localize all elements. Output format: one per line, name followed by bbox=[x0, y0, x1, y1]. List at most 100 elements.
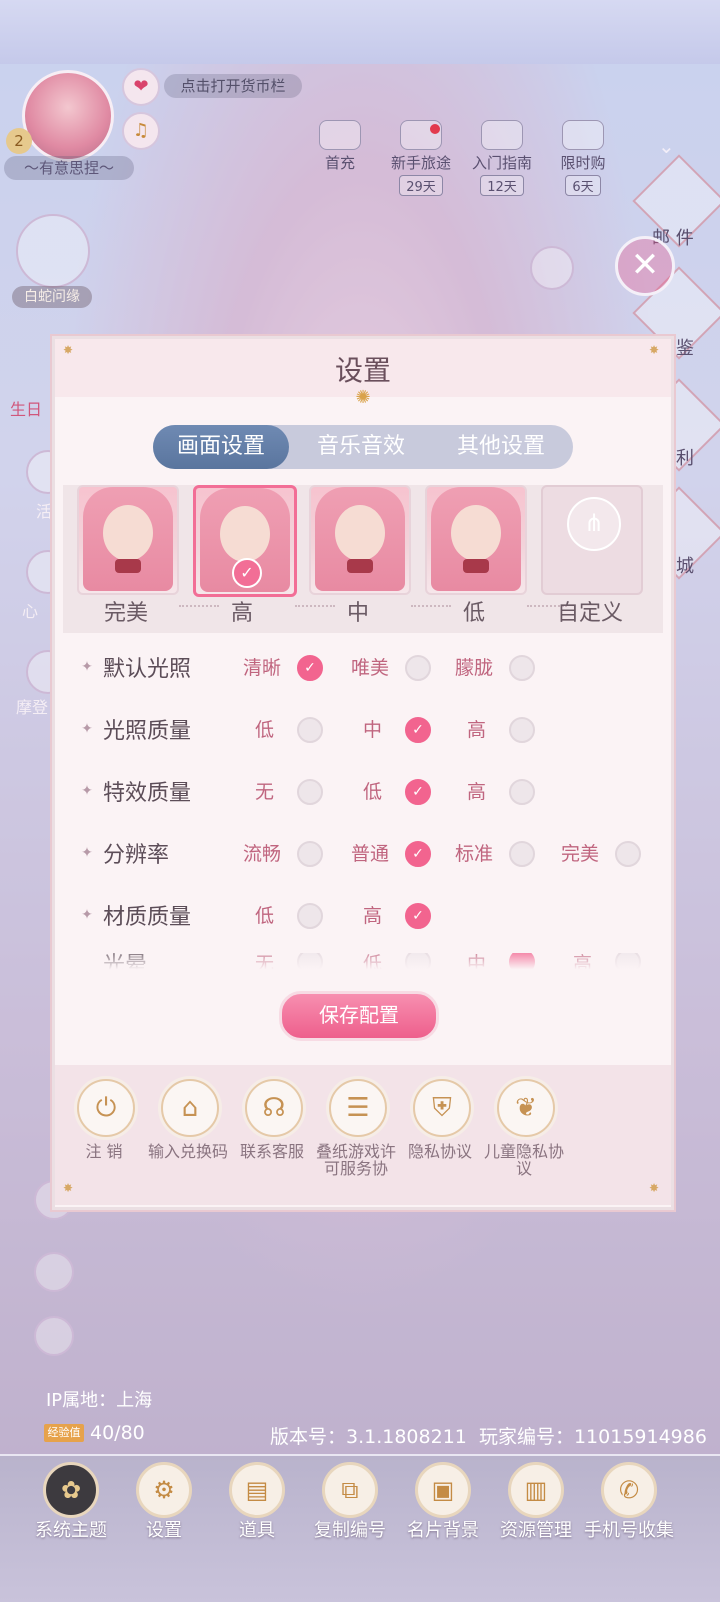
sprout-icon[interactable]: ❦ bbox=[497, 1079, 555, 1137]
chat-icon[interactable] bbox=[34, 1252, 74, 1292]
hud-button-label: 入门指南 bbox=[471, 154, 532, 172]
preset-card-custom[interactable]: ⋔ bbox=[541, 485, 643, 595]
tab-other[interactable]: 其他设置 bbox=[433, 425, 569, 469]
option-radio[interactable] bbox=[297, 717, 323, 743]
child-privacy-label: 儿童隐私协议 bbox=[483, 1142, 564, 1178]
option-radio[interactable] bbox=[405, 655, 431, 681]
option-radio[interactable] bbox=[297, 903, 323, 929]
hud-button-guide[interactable]: 入门指南 12天 bbox=[462, 120, 542, 196]
crown-icon bbox=[319, 120, 361, 150]
bar-label: 手机号收集 bbox=[584, 1520, 674, 1541]
currency-bar-button[interactable]: 点击打开货币栏 bbox=[164, 74, 302, 98]
system-theme-button[interactable]: ✿ 系统主题 bbox=[26, 1462, 116, 1541]
bullet-icon: ✦ bbox=[81, 659, 93, 675]
option-radio[interactable]: ✓ bbox=[297, 655, 323, 681]
setting-row-lighting-quality: ✦ 光照质量 低 中 ✓ 高 bbox=[79, 709, 659, 749]
resource-management-button[interactable]: ▥ 资源管理 bbox=[491, 1462, 581, 1541]
card-background-button[interactable]: ▣ 名片背景 bbox=[398, 1462, 488, 1541]
logout-label: 注 销 bbox=[85, 1142, 123, 1161]
close-button[interactable]: ✕ bbox=[615, 236, 675, 296]
preset-label: 高 bbox=[230, 601, 253, 626]
option-radio[interactable] bbox=[509, 779, 535, 805]
phone-collect-button[interactable]: ✆ 手机号收集 bbox=[584, 1462, 674, 1541]
share-icon: ⋔ bbox=[567, 497, 621, 551]
preset-card-medium[interactable] bbox=[309, 485, 411, 595]
document-icon[interactable]: ☰ bbox=[329, 1079, 387, 1137]
heart-icon[interactable]: ❤ bbox=[122, 68, 160, 106]
option-radio[interactable] bbox=[509, 717, 535, 743]
option-label: 中 bbox=[363, 719, 383, 741]
option-radio[interactable] bbox=[297, 841, 323, 867]
preset-card-perfect[interactable] bbox=[77, 485, 179, 595]
left-label: 白蛇问缘 bbox=[12, 286, 92, 308]
left-label: 生日 bbox=[10, 400, 43, 419]
theme-icon: ✿ bbox=[43, 1462, 99, 1518]
tab-audio[interactable]: 音乐音效 bbox=[293, 425, 429, 469]
preset-face bbox=[220, 506, 270, 562]
items-button[interactable]: ▤ 道具 bbox=[212, 1462, 302, 1541]
player-nickname: ～有意思捏～ bbox=[4, 156, 134, 180]
customer-service-label: 联系客服 bbox=[239, 1142, 304, 1161]
setting-name: 材质质量 bbox=[103, 905, 192, 930]
preset-label: 完美 bbox=[103, 601, 148, 626]
option-radio[interactable] bbox=[615, 841, 641, 867]
bar-label: 设置 bbox=[146, 1520, 182, 1541]
license-agreement-label: 叠纸游戏许可服务协 bbox=[315, 1142, 396, 1178]
option-label: 标准 bbox=[455, 843, 494, 865]
headset-icon[interactable]: ☊ bbox=[245, 1079, 303, 1137]
preset-face bbox=[103, 505, 153, 561]
gear-icon: ⚙ bbox=[136, 1462, 192, 1518]
copy-id-button[interactable]: ⧉ 复制编号 bbox=[305, 1462, 395, 1541]
corner-star-icon: ✸ bbox=[63, 1181, 74, 1195]
bullet-icon: ✦ bbox=[81, 845, 93, 861]
pose-icon[interactable] bbox=[530, 246, 574, 290]
option-label: 朦胧 bbox=[455, 657, 494, 679]
preset-label: 中 bbox=[346, 601, 369, 626]
option-label: 低 bbox=[255, 905, 275, 927]
setting-row-texture-quality: ✦ 材质质量 低 高 ✓ bbox=[79, 895, 659, 935]
hud-button-newbie-journey[interactable]: 新手旅途 29天 bbox=[381, 120, 461, 196]
player-id: 玩家编号：11015914986 bbox=[478, 1426, 707, 1448]
option-label: 高 bbox=[467, 719, 487, 741]
option-radio[interactable] bbox=[297, 779, 323, 805]
shield-icon[interactable]: ⛨ bbox=[413, 1079, 471, 1137]
option-radio[interactable]: ✓ bbox=[405, 903, 431, 929]
account-actions-row: ⏻ 注 销 ⌂ 输入兑换码 ☊ 联系客服 ☰ 叠纸游戏许可服务协 ⛨ 隐私协议 … bbox=[55, 1065, 671, 1205]
bar-label: 系统主题 bbox=[35, 1520, 107, 1541]
player-avatar[interactable] bbox=[22, 70, 114, 162]
left-label: 摩登 bbox=[16, 698, 49, 717]
preset-card-low[interactable] bbox=[425, 485, 527, 595]
redeem-code-label: 输入兑换码 bbox=[147, 1142, 228, 1161]
music-icon[interactable]: ♫ bbox=[122, 112, 160, 150]
option-label: 普通 bbox=[351, 843, 390, 865]
hud-button-limited-sale[interactable]: 限时购 6天 bbox=[543, 120, 623, 196]
scroll-fade bbox=[63, 947, 663, 975]
option-radio[interactable] bbox=[509, 655, 535, 681]
tab-display[interactable]: 画面设置 bbox=[153, 425, 289, 469]
dialog-title: 设置 bbox=[334, 354, 391, 387]
collapse-arrow-icon[interactable]: ⌄ bbox=[658, 134, 675, 158]
privacy-policy-label: 隐私协议 bbox=[407, 1142, 472, 1161]
guide-icon bbox=[481, 120, 523, 150]
preset-card-high[interactable]: ✓ bbox=[193, 485, 297, 597]
setting-row-resolution: ✦ 分辨率 流畅 普通 ✓ 标准 完美 bbox=[79, 833, 659, 873]
option-radio[interactable]: ✓ bbox=[405, 779, 431, 805]
preset-bow bbox=[115, 559, 141, 573]
option-radio[interactable]: ✓ bbox=[405, 717, 431, 743]
settings-button[interactable]: ⚙ 设置 bbox=[119, 1462, 209, 1541]
save-config-button[interactable]: 保存配置 bbox=[279, 991, 439, 1041]
setting-name: 分辨率 bbox=[103, 843, 170, 868]
version-number: 版本号：3.1.1808211 bbox=[270, 1426, 467, 1448]
white-snake-event-icon[interactable] bbox=[16, 214, 90, 288]
notification-dot bbox=[430, 124, 440, 134]
top-band bbox=[0, 0, 720, 66]
option-label: 低 bbox=[363, 781, 383, 803]
hud-button-first-charge[interactable]: 首充 bbox=[300, 120, 380, 173]
right-label: 城 bbox=[676, 556, 694, 577]
fullscreen-icon[interactable] bbox=[34, 1316, 74, 1356]
option-radio[interactable] bbox=[509, 841, 535, 867]
option-label: 唯美 bbox=[351, 657, 390, 679]
gift-icon[interactable]: ⌂ bbox=[161, 1079, 219, 1137]
option-radio[interactable]: ✓ bbox=[405, 841, 431, 867]
power-icon[interactable]: ⏻ bbox=[77, 1079, 135, 1137]
